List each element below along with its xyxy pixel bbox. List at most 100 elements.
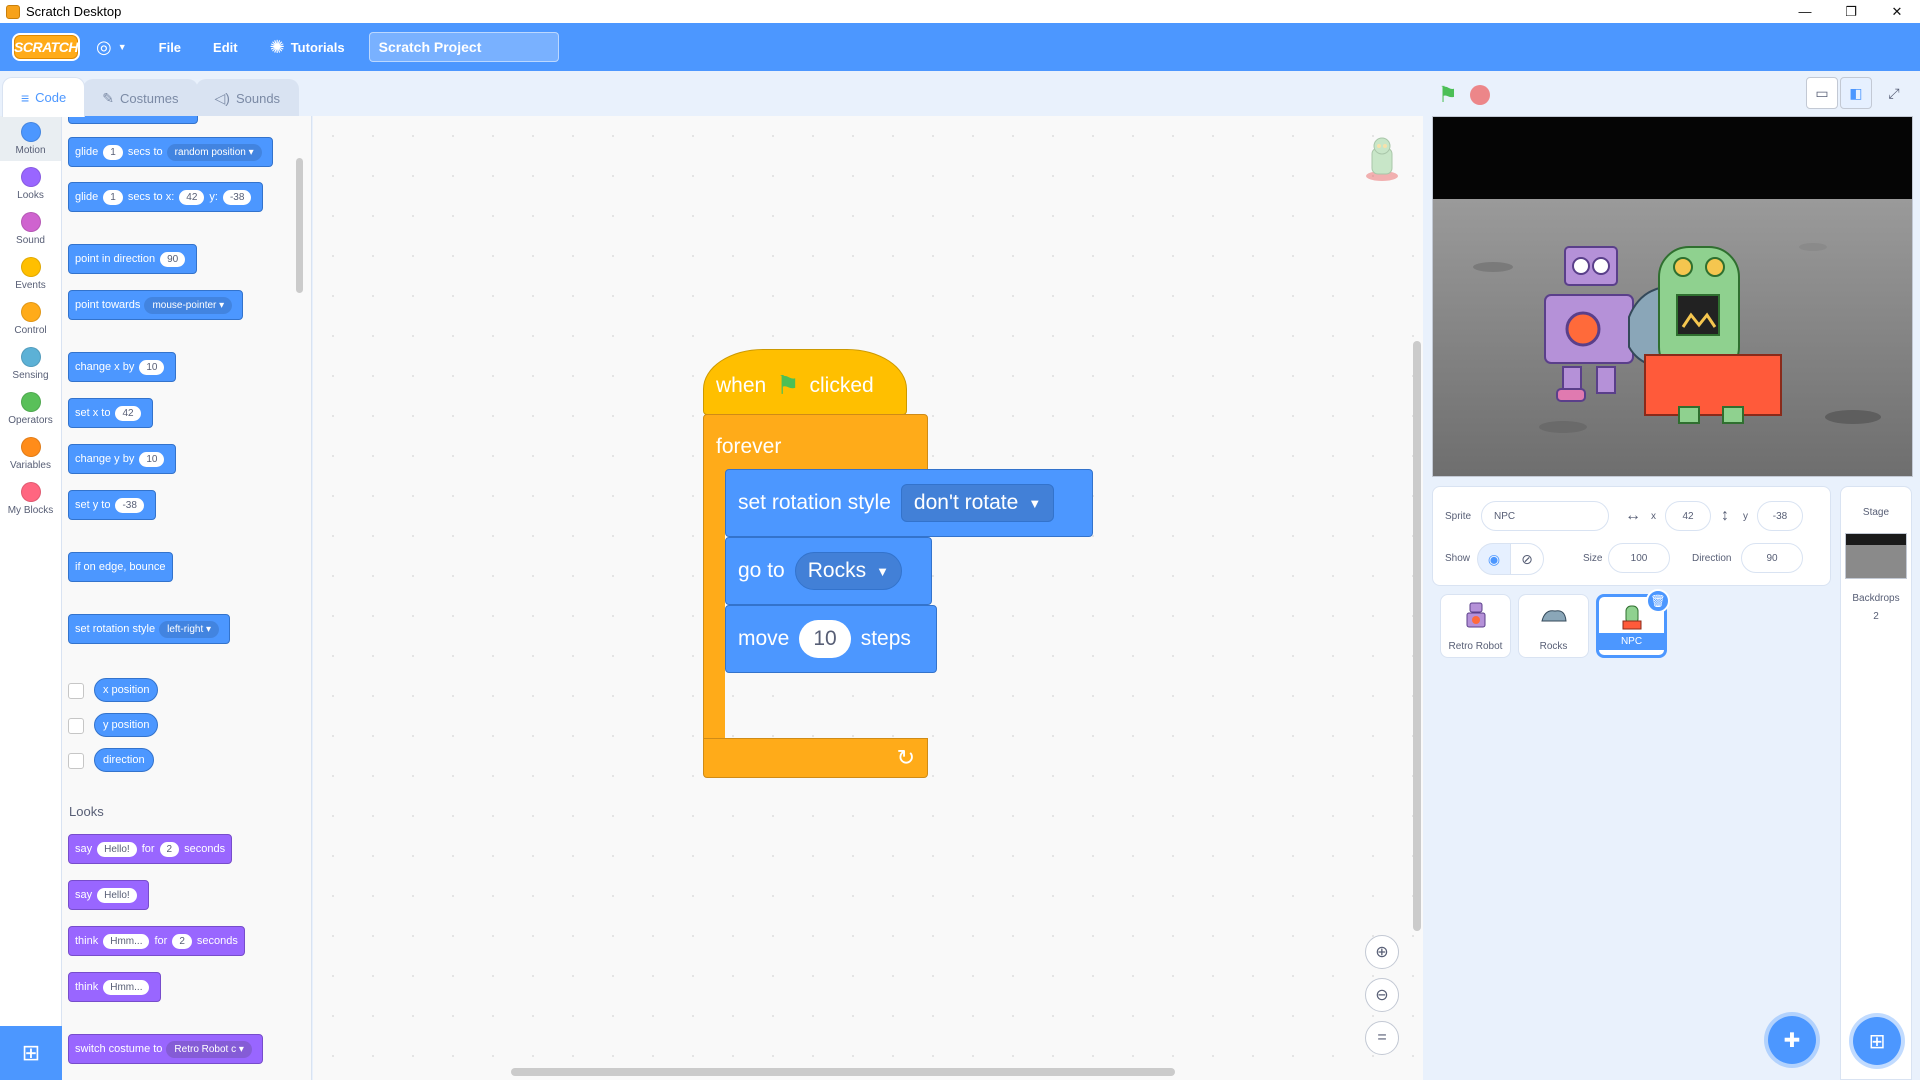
block-text-input[interactable]: Hello! — [97, 887, 137, 903]
globe-icon: ◎ — [96, 36, 112, 57]
direction-checkbox[interactable] — [68, 753, 84, 769]
y-input[interactable]: -38 — [1757, 501, 1803, 531]
zoom-out-button[interactable]: ⊖ — [1365, 978, 1399, 1012]
language-menu[interactable]: ◎ ▼ — [80, 23, 143, 71]
restore-button[interactable]: ❐ — [1828, 0, 1874, 23]
tab-code[interactable]: ≡ Code — [2, 77, 86, 117]
script-vertical-scrollbar[interactable] — [1413, 341, 1421, 931]
palette-block-glide-random[interactable]: glide 1 secs to random position ▾ — [68, 137, 273, 167]
palette-block-point-towards[interactable]: point towards mouse-pointer ▾ — [68, 290, 244, 320]
palette-block-change-x[interactable]: change x by 10 — [68, 352, 177, 382]
reporter-x-position[interactable]: x position — [94, 678, 159, 702]
block-text-input[interactable]: Hmm... — [103, 979, 150, 995]
x-position-checkbox[interactable] — [68, 683, 84, 699]
block-number-input[interactable]: 90 — [160, 251, 186, 267]
palette-scrollbar[interactable] — [296, 158, 303, 293]
block-number-input[interactable]: 42 — [179, 189, 205, 205]
block-number-input[interactable]: -38 — [222, 189, 252, 205]
category-events[interactable]: Events — [0, 251, 61, 296]
y-position-checkbox[interactable] — [68, 718, 84, 734]
palette-block-think[interactable]: think Hmm... — [68, 972, 162, 1002]
choose-backdrop-button[interactable]: ⊞ — [1853, 1017, 1901, 1065]
editor-tabs: ≡ Code ✎ Costumes ◁) Sounds — [0, 77, 300, 117]
reporter-direction[interactable]: direction — [94, 748, 154, 772]
block-number-input[interactable]: 42 — [115, 405, 141, 421]
size-input[interactable]: 100 — [1608, 543, 1670, 573]
palette-block-say[interactable]: say Hello! — [68, 880, 149, 910]
script-hat-when-flag-clicked[interactable]: when ⚑ clicked — [703, 349, 907, 415]
block-number-input[interactable]: 10 — [139, 451, 165, 467]
add-extension-button[interactable]: ⊞ — [0, 1026, 62, 1080]
block-number-input[interactable]: -38 — [115, 497, 144, 513]
sprite-tile-retro-robot[interactable]: Retro Robot — [1440, 594, 1511, 658]
block-number-input[interactable]: 10 — [139, 359, 165, 375]
zoom-in-button[interactable]: ⊕ — [1365, 935, 1399, 969]
block-number-input[interactable]: 1 — [103, 189, 123, 205]
green-flag-button[interactable]: ⚑ — [1438, 82, 1458, 108]
block-text-input[interactable]: Hmm... — [103, 933, 150, 949]
palette-block-glide-random[interactable] — [68, 116, 198, 124]
block-number-input[interactable]: 2 — [172, 933, 192, 949]
category-my-blocks[interactable]: My Blocks — [0, 476, 61, 521]
zoom-reset-button[interactable]: = — [1365, 1021, 1399, 1055]
category-control[interactable]: Control — [0, 296, 61, 341]
block-dropdown[interactable]: Retro Robot c ▾ — [166, 1040, 252, 1058]
script-set-rotation-style[interactable]: set rotation style don't rotate ▼ — [725, 469, 1093, 537]
palette-block-set-x[interactable]: set x to 42 — [68, 398, 153, 428]
minimize-button[interactable]: — — [1782, 0, 1828, 23]
palette-block-say-for[interactable]: say Hello! for 2 seconds — [68, 834, 233, 864]
small-stage-button[interactable]: ▭ — [1806, 77, 1838, 109]
script-move-steps[interactable]: move 10 steps — [725, 605, 937, 673]
category-variables[interactable]: Variables — [0, 431, 61, 476]
file-menu[interactable]: File — [143, 23, 197, 71]
palette-block-rotation-style[interactable]: set rotation style left-right ▾ — [68, 614, 231, 644]
category-sensing[interactable]: Sensing — [0, 341, 61, 386]
palette-block-think-for[interactable]: think Hmm... for 2 seconds — [68, 926, 245, 956]
block-text-input[interactable]: Hello! — [97, 841, 137, 857]
category-sound[interactable]: Sound — [0, 206, 61, 251]
palette-block-change-y[interactable]: change y by 10 — [68, 444, 177, 474]
forever-bottom[interactable]: ↻ — [703, 738, 928, 778]
close-button[interactable]: ✕ — [1874, 0, 1920, 23]
x-input[interactable]: 42 — [1665, 501, 1711, 531]
category-operators[interactable]: Operators — [0, 386, 61, 431]
go-to-target-dropdown[interactable]: Rocks ▼ — [794, 552, 902, 590]
palette-block-switch-costume[interactable]: switch costume to Retro Robot c ▾ — [68, 1034, 263, 1064]
scratch-logo[interactable]: SCRATCH — [12, 33, 80, 61]
block-dropdown[interactable]: left-right ▾ — [159, 620, 220, 638]
fullscreen-button[interactable]: ⤢ — [1878, 77, 1910, 109]
stop-button[interactable] — [1470, 85, 1490, 105]
stage-canvas[interactable] — [1432, 116, 1913, 477]
block-dropdown[interactable]: random position ▾ — [166, 143, 262, 161]
project-title-input[interactable]: Scratch Project — [368, 32, 559, 62]
sprite-name-input[interactable]: NPC — [1481, 501, 1609, 531]
tab-sounds[interactable]: ◁) Sounds — [195, 79, 300, 117]
category-looks[interactable]: Looks — [0, 161, 61, 206]
show-hidden-button[interactable]: ⊘ — [1510, 543, 1544, 575]
move-steps-input[interactable]: 10 — [799, 620, 851, 658]
choose-sprite-button[interactable]: ✚ — [1768, 1016, 1816, 1064]
palette-block-set-y[interactable]: set y to -38 — [68, 490, 156, 520]
script-go-to[interactable]: go to Rocks ▼ — [725, 537, 932, 605]
large-stage-button[interactable]: ◧ — [1840, 77, 1872, 109]
tab-costumes[interactable]: ✎ Costumes — [83, 79, 198, 117]
sprite-tile-npc[interactable]: NPC 🗑 — [1596, 589, 1670, 658]
palette-block-point-direction[interactable]: point in direction 90 — [68, 244, 198, 274]
block-dropdown[interactable]: mouse-pointer ▾ — [144, 296, 233, 314]
edit-menu[interactable]: Edit — [197, 23, 254, 71]
category-motion[interactable]: Motion — [0, 116, 61, 161]
rotation-style-dropdown[interactable]: don't rotate ▼ — [900, 484, 1055, 522]
palette-block-bounce[interactable]: if on edge, bounce — [68, 552, 173, 582]
block-number-input[interactable]: 1 — [103, 144, 123, 160]
reporter-y-position[interactable]: y position — [94, 713, 159, 737]
delete-sprite-button[interactable]: 🗑 — [1646, 589, 1670, 613]
script-horizontal-scrollbar[interactable] — [511, 1068, 1175, 1076]
palette-block-glide-xy[interactable]: glide 1 secs to x: 42 y: -38 — [68, 182, 264, 212]
block-number-input[interactable]: 2 — [159, 841, 180, 857]
script-area[interactable]: when ⚑ clicked forever ↻ set rotation st… — [313, 116, 1423, 1080]
show-visible-button[interactable]: ◉ — [1477, 543, 1511, 575]
direction-input[interactable]: 90 — [1741, 543, 1803, 573]
stage-target-panel[interactable]: Stage Backdrops 2 ⊞ — [1840, 486, 1912, 1080]
tutorials-button[interactable]: ✺ Tutorials — [254, 23, 361, 71]
sprite-tile-rocks[interactable]: Rocks — [1518, 594, 1589, 658]
